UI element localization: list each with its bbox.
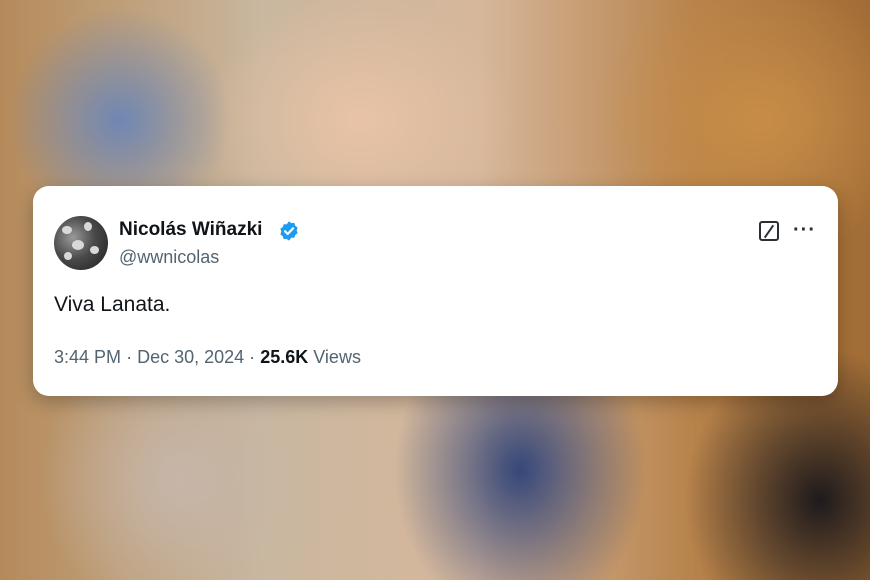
more-options-icon[interactable]: ··· (793, 220, 816, 240)
tweet-text: Viva Lanata. (54, 293, 171, 316)
separator: · (249, 347, 256, 367)
views-count[interactable]: 25.6K (260, 347, 308, 367)
author-name[interactable]: Nicolás Wiñazki (119, 219, 262, 241)
avatar[interactable] (54, 216, 108, 270)
separator: · (126, 347, 133, 367)
grok-icon[interactable] (759, 221, 779, 241)
tweet-metadata: 3:44 PM · Dec 30, 2024 · 25.6K Views (54, 347, 361, 368)
tweet-date[interactable]: Dec 30, 2024 (137, 347, 244, 367)
tweet-card[interactable]: Nicolás Wiñazki @wwnicolas ··· Viva Lana… (33, 186, 838, 396)
views-label: Views (313, 347, 361, 367)
author-handle[interactable]: @wwnicolas (119, 247, 219, 268)
tweet-time[interactable]: 3:44 PM (54, 347, 121, 367)
verified-badge-icon (280, 221, 298, 241)
